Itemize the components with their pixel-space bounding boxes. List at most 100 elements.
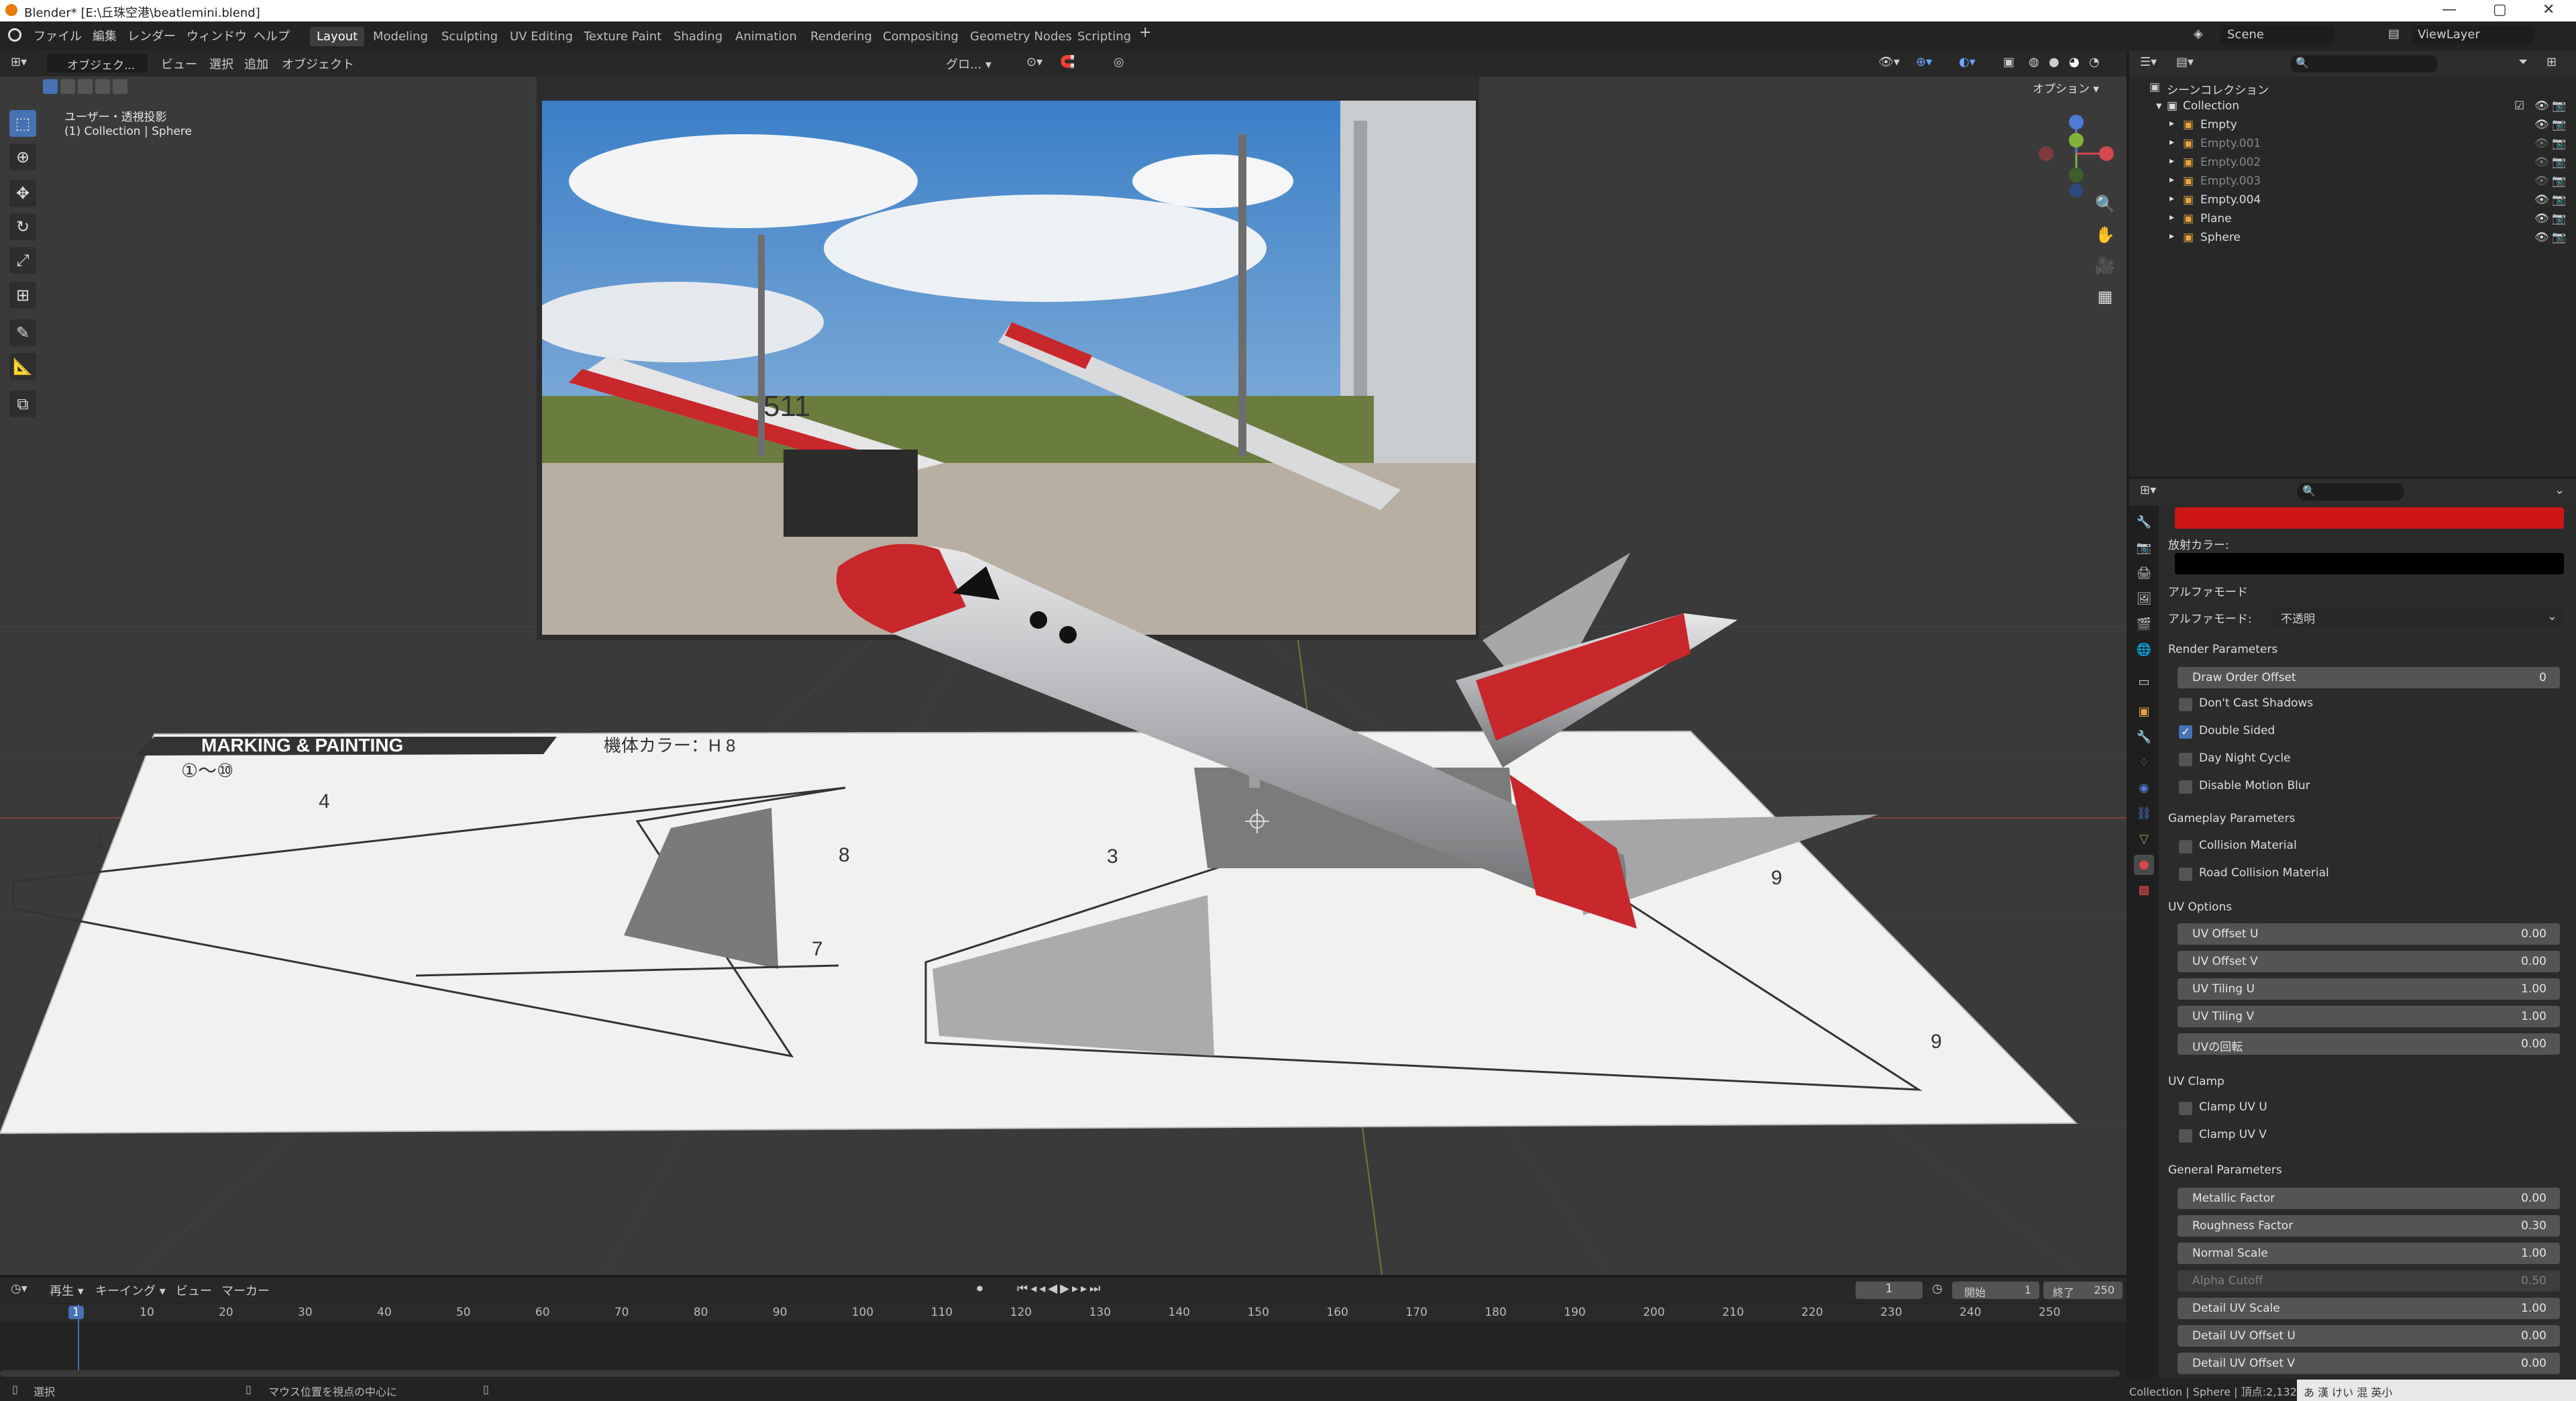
output-tab-icon[interactable]: 🖨 bbox=[2134, 564, 2154, 584]
collection-tab-icon[interactable]: ▭ bbox=[2134, 672, 2154, 692]
modifier-tab-icon[interactable]: 🔧 bbox=[2134, 727, 2154, 747]
rendered-shading-icon[interactable]: ◔ bbox=[2089, 55, 2100, 69]
pivot-icon[interactable]: ⊙▾ bbox=[1026, 55, 1042, 69]
mode-dropdown[interactable]: オブジェク... bbox=[47, 54, 148, 72]
tab-texture-paint[interactable]: Texture Paint bbox=[577, 27, 668, 46]
add-workspace-icon[interactable]: + bbox=[1139, 24, 1151, 41]
options-dropdown[interactable]: オプション ▾ bbox=[2033, 79, 2099, 96]
outliner-editor-icon[interactable]: ☰▾ bbox=[2140, 55, 2157, 69]
camera-view-icon[interactable]: 🎥 bbox=[2092, 252, 2118, 279]
constraints-tab-icon[interactable]: ⛓ bbox=[2134, 804, 2154, 824]
overlay-icon[interactable]: ◐▾ bbox=[1959, 55, 1976, 69]
outliner-item[interactable]: ▸ ▣ Empty.002 👁 📷 bbox=[2129, 153, 2576, 172]
annotate-tool-icon[interactable]: ✎ bbox=[9, 319, 36, 346]
eye-icon[interactable]: 👁 bbox=[2534, 99, 2549, 113]
blender-menu-icon[interactable] bbox=[8, 28, 21, 42]
transform-tool-icon[interactable]: ⊞ bbox=[9, 282, 36, 309]
draw-order-offset-field[interactable]: Draw Order Offset 0 bbox=[2178, 667, 2560, 688]
new-collection-icon[interactable]: ⊞ bbox=[2546, 55, 2557, 69]
auto-keying-icon[interactable]: ⏺ bbox=[977, 1282, 983, 1296]
menu-render[interactable]: レンダー bbox=[127, 27, 176, 44]
wireframe-shading-icon[interactable]: ◍ bbox=[2029, 55, 2039, 69]
outliner-scene-collection[interactable]: ▣ シーンコレクション bbox=[2129, 78, 2576, 97]
tab-shading[interactable]: Shading bbox=[667, 27, 729, 46]
properties-search-input[interactable]: 🔍 bbox=[2297, 483, 2404, 501]
expand-icon[interactable]: ▸ bbox=[2169, 118, 2174, 129]
world-tab-icon[interactable]: 🌐 bbox=[2134, 640, 2154, 660]
tool-tab-icon[interactable]: 🔧 bbox=[2134, 513, 2154, 533]
number-field[interactable]: Detail UV Scale 1.00 bbox=[2178, 1298, 2560, 1319]
move-tool-icon[interactable]: ✥ bbox=[9, 180, 36, 207]
solid-shading-icon[interactable]: ● bbox=[2049, 55, 2059, 69]
checkbox[interactable] bbox=[2179, 753, 2192, 766]
tab-rendering[interactable]: Rendering bbox=[804, 27, 879, 46]
filter-icon[interactable]: ⏷ bbox=[2518, 55, 2528, 69]
3d-viewport[interactable]: 511 MARKING & PAINTING 機体カラー：H 8 ①～⑩ 1 3… bbox=[0, 76, 2127, 1275]
physics-tab-icon[interactable]: ◉ bbox=[2134, 778, 2154, 798]
timeline-scrollbar[interactable] bbox=[0, 1370, 2120, 1377]
tab-animation[interactable]: Animation bbox=[729, 27, 804, 46]
eye-icon[interactable]: 👁 bbox=[2534, 156, 2549, 169]
display-mode-icon[interactable]: ▤▾ bbox=[2176, 55, 2194, 69]
render-camera-icon[interactable]: 📷 bbox=[2552, 212, 2566, 225]
properties-options-icon[interactable]: ⌄ bbox=[2555, 483, 2565, 497]
properties-editor-icon[interactable]: ⊞▾ bbox=[2140, 483, 2156, 497]
select-intersect-icon[interactable] bbox=[113, 79, 127, 94]
timeline-editor-icon[interactable]: ◷▾ bbox=[11, 1282, 28, 1296]
expand-icon[interactable]: ▸ bbox=[2169, 156, 2174, 166]
menu-keying[interactable]: キーイング ▾ bbox=[95, 1282, 166, 1299]
close-icon[interactable]: ✕ bbox=[2542, 1, 2555, 18]
render-camera-icon[interactable]: 📷 bbox=[2552, 174, 2566, 188]
tab-compositing[interactable]: Compositing bbox=[876, 27, 965, 46]
number-field[interactable]: Detail UV Offset V 0.00 bbox=[2178, 1353, 2560, 1374]
eye-icon[interactable]: 👁 bbox=[2534, 174, 2549, 188]
checkbox[interactable] bbox=[2179, 840, 2192, 853]
maximize-icon[interactable]: ▢ bbox=[2493, 1, 2507, 18]
expand-icon[interactable]: ▸ bbox=[2169, 231, 2174, 242]
outliner-item[interactable]: ▸ ▣ Sphere 👁 📷 bbox=[2129, 228, 2576, 247]
number-field[interactable]: UV Offset V 0.00 bbox=[2178, 951, 2560, 972]
select-box-tool-icon[interactable]: ⬚ bbox=[9, 110, 36, 137]
number-field[interactable]: UV Offset U 0.00 bbox=[2178, 923, 2560, 945]
menu-marker[interactable]: マーカー bbox=[221, 1282, 270, 1299]
proportional-edit-icon[interactable]: ◎ bbox=[1114, 55, 1124, 69]
visibility-icon[interactable]: 👁▾ bbox=[1878, 55, 1900, 69]
checkbox[interactable] bbox=[2179, 780, 2192, 794]
eye-icon[interactable]: 👁 bbox=[2534, 118, 2549, 132]
eye-icon[interactable]: 👁 bbox=[2534, 231, 2549, 244]
perspective-toggle-icon[interactable]: ▦ bbox=[2092, 283, 2118, 310]
outliner-item[interactable]: ▸ ▣ Empty.001 👁 📷 bbox=[2129, 134, 2576, 153]
ime-indicator[interactable]: あ 漢 けい 混 英小 bbox=[2304, 1384, 2392, 1400]
render-tab-icon[interactable]: 📷 bbox=[2134, 538, 2154, 558]
eye-icon[interactable]: 👁 bbox=[2534, 212, 2549, 225]
render-camera-icon[interactable]: 📷 bbox=[2552, 118, 2566, 132]
number-field[interactable]: UV Tiling V 1.00 bbox=[2178, 1006, 2560, 1027]
base-color-swatch[interactable] bbox=[2175, 507, 2564, 529]
viewlayer-selector[interactable]: ViewLayer bbox=[2412, 25, 2533, 44]
expand-icon[interactable]: ▸ bbox=[2169, 193, 2174, 204]
cursor-tool-icon[interactable]: ⊕ bbox=[9, 144, 36, 170]
scene-tab-icon[interactable]: 🎬 bbox=[2134, 615, 2154, 635]
menu-playback[interactable]: 再生 ▾ bbox=[50, 1282, 84, 1299]
select-subtract-icon[interactable] bbox=[78, 79, 93, 94]
select-invert-icon[interactable] bbox=[95, 79, 110, 94]
menu-object[interactable]: オブジェクト bbox=[282, 55, 354, 72]
menu-view[interactable]: ビュー bbox=[161, 55, 197, 72]
menu-file[interactable]: ファイル bbox=[34, 27, 82, 44]
menu-select[interactable]: 選択 bbox=[209, 55, 233, 72]
airplane-model[interactable] bbox=[0, 76, 2127, 1275]
outliner-item[interactable]: ▸ ▣ Empty 👁 📷 bbox=[2129, 115, 2576, 134]
material-tab-icon[interactable]: ● bbox=[2134, 855, 2154, 875]
outliner-item[interactable]: ▸ ▣ Empty.003 👁 📷 bbox=[2129, 172, 2576, 191]
number-field[interactable]: UV Tiling U 1.00 bbox=[2178, 978, 2560, 1000]
gizmo-icon[interactable]: ⊕▾ bbox=[1916, 55, 1932, 69]
playback-controls[interactable]: ⏮◂◂◀▶▸▸⏭ bbox=[1017, 1282, 1103, 1296]
current-frame-field[interactable]: 1 bbox=[1856, 1282, 1923, 1299]
outliner-item[interactable]: ▸ ▣ Plane 👁 📷 bbox=[2129, 209, 2576, 228]
end-frame-field[interactable]: 終了 250 bbox=[2043, 1282, 2123, 1299]
render-camera-icon[interactable]: 📷 bbox=[2552, 156, 2566, 169]
start-frame-field[interactable]: 開始 1 bbox=[1952, 1282, 2039, 1299]
tab-geometry-nodes[interactable]: Geometry Nodes bbox=[963, 27, 1079, 46]
pan-hand-icon[interactable]: ✋ bbox=[2092, 221, 2118, 248]
measure-tool-icon[interactable]: 📐 bbox=[9, 353, 36, 380]
